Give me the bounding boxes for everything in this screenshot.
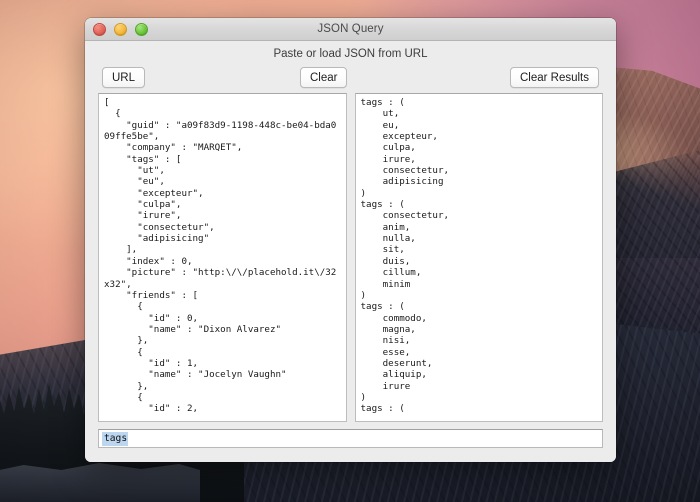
desktop: JSON Query Paste or load JSON from URL U… <box>0 0 700 502</box>
json-input-text[interactable]: [ { "guid" : "a09f83d9-1198-448c-be04-bd… <box>99 94 346 418</box>
json-input-pane[interactable]: [ { "guid" : "a09f83d9-1198-448c-be04-bd… <box>98 93 347 422</box>
window-bottom-filler <box>85 448 616 462</box>
panes-container: [ { "guid" : "a09f83d9-1198-448c-be04-bd… <box>85 93 616 422</box>
close-button-icon[interactable] <box>93 22 106 36</box>
traffic-light-group <box>85 22 148 36</box>
clear-results-button[interactable]: Clear Results <box>509 67 599 88</box>
toolbar: URL Clear Clear Results <box>85 63 616 93</box>
query-input[interactable]: tags <box>98 429 603 448</box>
window-subtitle: Paste or load JSON from URL <box>85 41 616 63</box>
query-bar: tags <box>85 422 616 448</box>
clear-button[interactable]: Clear <box>300 67 348 88</box>
results-pane[interactable]: tags : ( ut, eu, excepteur, culpa, irure… <box>354 93 603 422</box>
window-titlebar[interactable]: JSON Query <box>85 18 616 41</box>
url-button[interactable]: URL <box>102 67 146 88</box>
query-input-value[interactable]: tags <box>102 431 129 446</box>
minimize-button-icon[interactable] <box>114 22 127 36</box>
json-query-window: JSON Query Paste or load JSON from URL U… <box>85 18 616 462</box>
results-text[interactable]: tags : ( ut, eu, excepteur, culpa, irure… <box>356 94 603 418</box>
zoom-button-icon[interactable] <box>135 22 148 36</box>
window-title: JSON Query <box>317 23 384 35</box>
